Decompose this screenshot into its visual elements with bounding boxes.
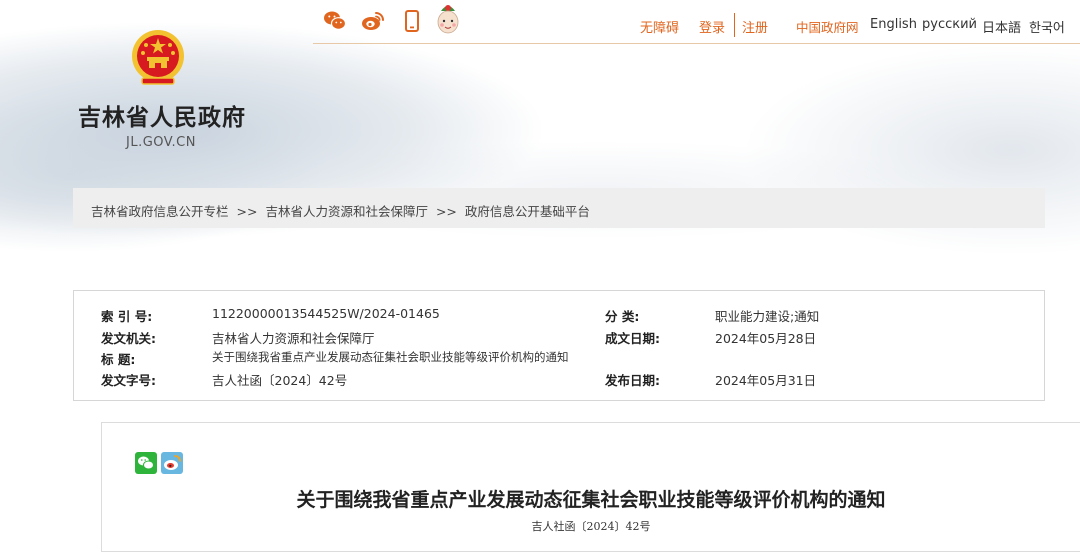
breadcrumb-separator: >> [236, 204, 258, 219]
accessibility-link[interactable]: 无障碍 [640, 17, 679, 36]
breadcrumb: 吉林省政府信息公开专栏 >> 吉林省人力资源和社会保障厅 >> 政府信息公开基础… [73, 188, 1045, 228]
issuer-label: 发文机关: [101, 331, 156, 346]
weibo-icon[interactable] [361, 10, 385, 32]
published-date-label: 发布日期: [605, 373, 660, 388]
created-date-value: 2024年05月28日 [715, 331, 817, 346]
metadata-row: 发文字号: 吉人社函〔2024〕42号 发布日期: 2024年05月31日 [74, 370, 1044, 390]
breadcrumb-item-hrss-department[interactable]: 吉林省人力资源和社会保障厅 [265, 204, 428, 219]
title-label: 标 题: [101, 352, 136, 367]
breadcrumb-separator: >> [435, 204, 457, 219]
metadata-row: 索 引 号: 11220000013544525W/2024-01465 分 类… [74, 306, 1044, 326]
index-number-value: 11220000013544525W/2024-01465 [212, 306, 440, 321]
wechat-icon[interactable] [323, 10, 347, 32]
published-date-value: 2024年05月31日 [715, 373, 817, 388]
metadata-row: 标 题: 关于围绕我省重点产业发展动态征集社会职业技能等级评价机构的通知 [74, 349, 1044, 369]
category-label: 分 类: [605, 309, 640, 324]
mobile-icon[interactable] [405, 10, 419, 32]
mascot-icon[interactable] [435, 3, 461, 37]
login-link[interactable]: 登录 [699, 17, 725, 36]
site-title[interactable]: 吉林省人民政府 [78, 98, 246, 132]
document-number-label: 发文字号: [101, 373, 156, 388]
metadata-row: 发文机关: 吉林省人力资源和社会保障厅 成文日期: 2024年05月28日 [74, 328, 1044, 348]
china-gov-link[interactable]: 中国政府网 [796, 17, 859, 36]
korean-link[interactable]: 한국어 [1029, 17, 1065, 36]
index-number-label: 索 引 号: [101, 309, 153, 324]
title-value: 关于围绕我省重点产业发展动态征集社会职业技能等级评价机构的通知 [212, 350, 569, 364]
weibo-share-icon[interactable] [161, 452, 183, 478]
article-container: 关于围绕我省重点产业发展动态征集社会职业技能等级评价机构的通知 吉人社函〔202… [101, 422, 1080, 552]
category-value: 职业能力建设;通知 [715, 309, 820, 324]
national-emblem-logo[interactable] [130, 28, 186, 92]
document-number-value: 吉人社函〔2024〕42号 [212, 373, 348, 388]
article-document-number: 吉人社函〔2024〕42号 [531, 520, 651, 533]
article-title: 关于围绕我省重点产业发展动态征集社会职业技能等级评价机构的通知 [296, 489, 886, 511]
breadcrumb-item-info-column[interactable]: 吉林省政府信息公开专栏 [91, 204, 229, 219]
issuer-value: 吉林省人力资源和社会保障厅 [212, 331, 375, 346]
header-divider-line [313, 43, 1080, 44]
login-register-divider [734, 13, 735, 37]
register-link[interactable]: 注册 [742, 17, 768, 36]
wechat-share-icon[interactable] [135, 452, 157, 478]
english-link[interactable]: English [870, 17, 917, 32]
created-date-label: 成文日期: [605, 331, 660, 346]
document-metadata-table: 索 引 号: 11220000013544525W/2024-01465 分 类… [73, 290, 1045, 401]
site-domain: JL.GOV.CN [126, 135, 196, 150]
russian-link[interactable]: русский [922, 17, 977, 32]
japanese-link[interactable]: 日本語 [982, 17, 1021, 36]
breadcrumb-item-info-platform[interactable]: 政府信息公开基础平台 [465, 204, 590, 219]
